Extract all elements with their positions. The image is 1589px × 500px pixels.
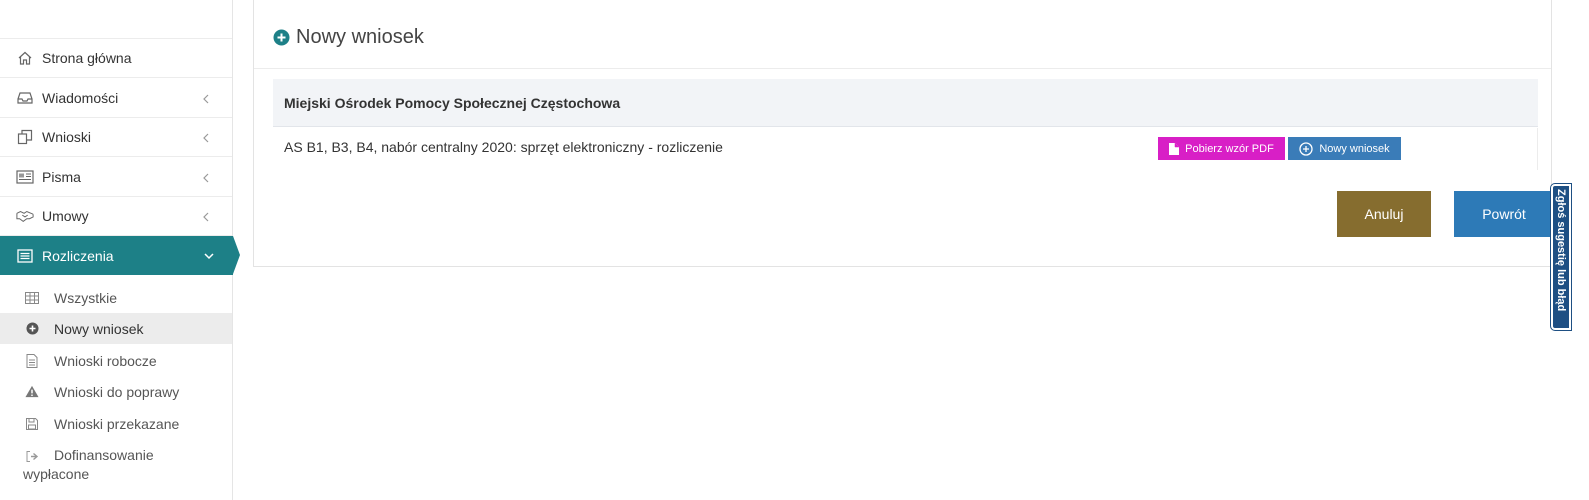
plus-circle-icon	[25, 322, 39, 336]
sidebar-item-label: Rozliczenia	[42, 247, 114, 264]
button-label: Nowy wniosek	[1319, 142, 1390, 155]
submenu-item-label: Nowy wniosek	[54, 320, 144, 337]
newspaper-icon	[16, 168, 34, 186]
floppy-icon	[25, 417, 39, 431]
table-icon	[25, 291, 39, 305]
page-title-text: Nowy wniosek	[296, 26, 424, 48]
submenu-item-to-correct[interactable]: Wnioski do poprawy	[0, 376, 232, 407]
chevron-left-icon	[200, 131, 212, 143]
file-text-icon	[25, 353, 39, 368]
list-alt-icon	[16, 247, 34, 265]
cancel-button[interactable]: Anuluj	[1337, 191, 1431, 237]
panel-divider	[254, 68, 1551, 69]
sidebar-item-applications[interactable]: Wnioski	[0, 118, 232, 157]
submenu-item-label: Wszystkie	[54, 289, 117, 306]
main-panel: Nowy wniosek Miejski Ośrodek Pomocy Społ…	[253, 0, 1554, 267]
feedback-tab-label: Zgłoś sugestię lub błąd	[1555, 189, 1567, 312]
submenu-item-label: Wnioski robocze	[54, 352, 157, 369]
sidebar-item-label: Umowy	[42, 208, 89, 224]
warning-icon	[25, 385, 39, 399]
submenu-item-paid[interactable]: Dofinansowanie wypłacone	[0, 446, 232, 490]
handshake-icon	[16, 207, 34, 225]
sidebar-item-label: Pisma	[42, 169, 81, 185]
sidebar-item-label: Wnioski	[42, 129, 92, 145]
back-button[interactable]: Powrót	[1454, 191, 1554, 237]
download-pdf-template-button[interactable]: Pobierz wzór PDF	[1158, 137, 1285, 160]
sidebar-item-home[interactable]: Strona główna	[0, 39, 232, 78]
new-application-button[interactable]: Nowy wniosek	[1288, 137, 1401, 160]
sidebar-item-label: Wiadomości	[42, 90, 119, 106]
feedback-tab[interactable]: Zgłoś sugestię lub błąd	[1551, 184, 1571, 330]
chevron-left-icon	[200, 171, 212, 183]
copy-icon	[16, 128, 34, 146]
page-title: Nowy wniosek	[273, 26, 424, 49]
sidebar: Strona główna Wiadomości Wnioski Pisma U…	[0, 0, 240, 500]
submenu-item-label: Wnioski przekazane	[54, 415, 180, 432]
plus-circle-icon	[273, 29, 290, 46]
inbox-icon	[16, 89, 34, 107]
table-row: AS B1, B3, B4, nabór centralny 2020: spr…	[273, 128, 1538, 170]
button-label: Pobierz wzór PDF	[1185, 142, 1274, 155]
chevron-down-icon	[203, 249, 215, 261]
organization-name: Miejski Ośrodek Pomocy Społecznej Często…	[284, 94, 621, 111]
submenu-item-all[interactable]: Wszystkie	[0, 282, 232, 313]
submenu-item-label: Dofinansowanie wypłacone	[23, 447, 154, 482]
plus-circle-outline-icon	[1299, 141, 1313, 156]
chevron-left-icon	[200, 210, 212, 222]
home-icon	[16, 49, 34, 67]
chevron-left-icon	[200, 92, 212, 104]
file-icon	[1169, 142, 1180, 155]
sidebar-item-messages[interactable]: Wiadomości	[0, 79, 232, 118]
submenu-item-label: Wnioski do poprawy	[54, 383, 180, 400]
application-type-label: AS B1, B3, B4, nabór centralny 2020: spr…	[284, 139, 723, 155]
submenu-item-drafts[interactable]: Wnioski robocze	[0, 345, 232, 376]
submenu-item-new-application[interactable]: Nowy wniosek	[0, 313, 232, 344]
submenu-item-submitted[interactable]: Wnioski przekazane	[0, 408, 232, 439]
sidebar-item-letters[interactable]: Pisma	[0, 158, 232, 197]
sidebar-item-label: Strona główna	[42, 50, 132, 66]
sidebar-item-contracts[interactable]: Umowy	[0, 197, 232, 236]
sidebar-item-settlements[interactable]: Rozliczenia	[0, 236, 240, 275]
organization-header: Miejski Ośrodek Pomocy Społecznej Często…	[273, 79, 1538, 127]
